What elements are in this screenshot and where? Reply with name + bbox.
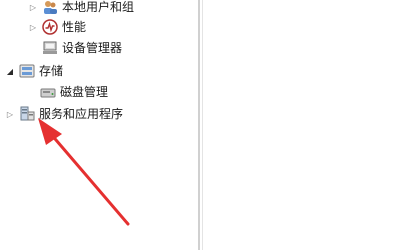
expand-arrow-icon[interactable]: ▷ <box>28 22 38 32</box>
tree-item-label: 服务和应用程序 <box>39 107 124 121</box>
tree-item-disk-management[interactable]: 磁盘管理 <box>40 82 108 102</box>
pane-splitter[interactable] <box>198 0 200 250</box>
collapse-arrow-icon[interactable]: ◢ <box>5 66 15 76</box>
tree-item-label: 本地用户和组 <box>62 0 135 14</box>
storage-icon <box>19 63 35 79</box>
expand-arrow-icon[interactable]: ▷ <box>28 2 38 12</box>
performance-icon <box>42 19 58 35</box>
tree-item-label: 存储 <box>39 64 64 78</box>
details-pane <box>203 0 410 250</box>
tree-item-device-manager[interactable]: 设备管理器 <box>42 38 122 58</box>
tree-item-performance[interactable]: ▷ 性能 <box>28 17 86 37</box>
device-manager-icon <box>42 40 58 56</box>
disk-management-icon <box>40 84 56 100</box>
tree-item-label: 磁盘管理 <box>60 85 109 99</box>
tree-item-local-users-groups[interactable]: ▷ 本地用户和组 <box>28 0 134 17</box>
expand-arrow-icon[interactable]: ▷ <box>5 109 15 119</box>
tree-item-services-applications[interactable]: ▷ 服务和应用程序 <box>5 104 123 124</box>
tree-item-label: 设备管理器 <box>62 41 123 55</box>
users-groups-icon <box>42 0 58 15</box>
tree-item-label: 性能 <box>62 20 87 34</box>
navigation-tree: ▷ 本地用户和组 ▷ 性能 设备管理器 ◢ 存储 磁盘管理 ▷ 服务和应用程序 <box>0 0 198 250</box>
services-apps-icon <box>19 106 35 122</box>
tree-item-storage[interactable]: ◢ 存储 <box>5 61 63 81</box>
computer-management-window: ▷ 本地用户和组 ▷ 性能 设备管理器 ◢ 存储 磁盘管理 ▷ 服务和应用程序 <box>0 0 410 250</box>
